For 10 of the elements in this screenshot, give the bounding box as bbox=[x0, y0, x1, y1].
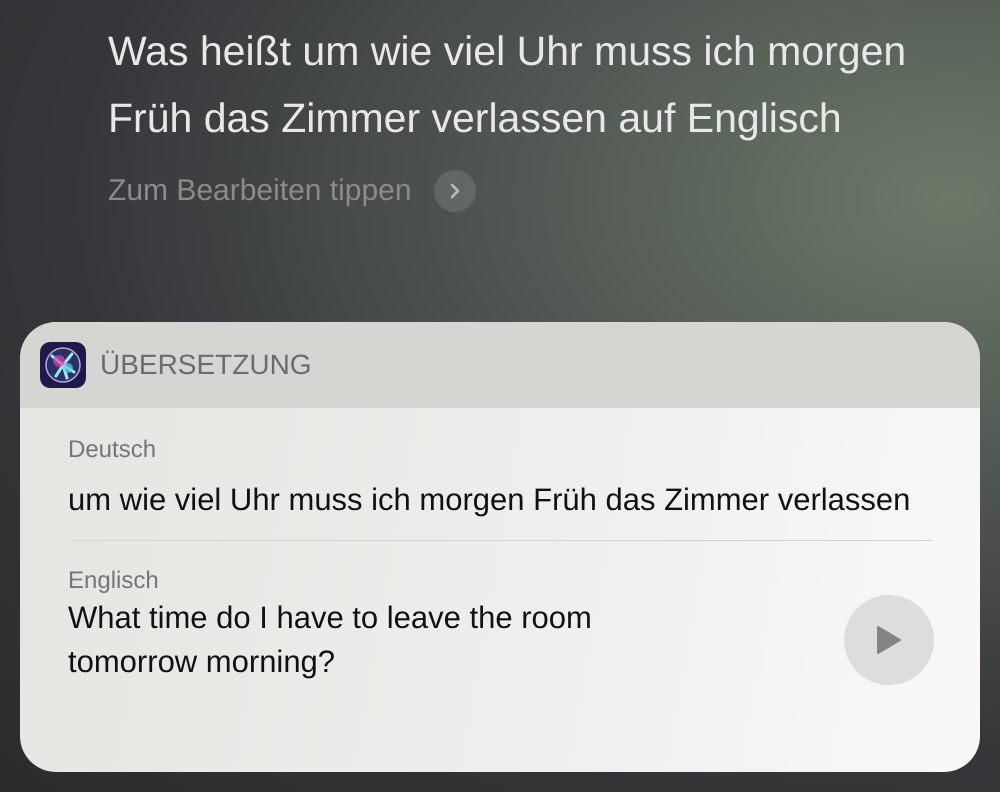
edit-hint[interactable]: Zum Bearbeiten tippen bbox=[108, 174, 412, 208]
translation-text: um wie viel Uhr muss ich morgen Früh das Zimmer verlassen bbox=[68, 481, 910, 519]
language-label: Englisch bbox=[68, 567, 160, 595]
language-label: Deutsch bbox=[68, 436, 158, 464]
query-text: Was heißt um wie viel Uhr muss ich morgen Früh das Zimmer verlassen auf Englisch bbox=[108, 27, 908, 143]
translation-text: What time do I have to leave the room tomorrow morning? bbox=[68, 599, 593, 681]
siri-icon bbox=[40, 342, 86, 388]
chevron-icon[interactable] bbox=[434, 170, 476, 212]
card-title: ÜBERSETZUNG bbox=[100, 349, 312, 381]
play-icon bbox=[876, 625, 902, 655]
